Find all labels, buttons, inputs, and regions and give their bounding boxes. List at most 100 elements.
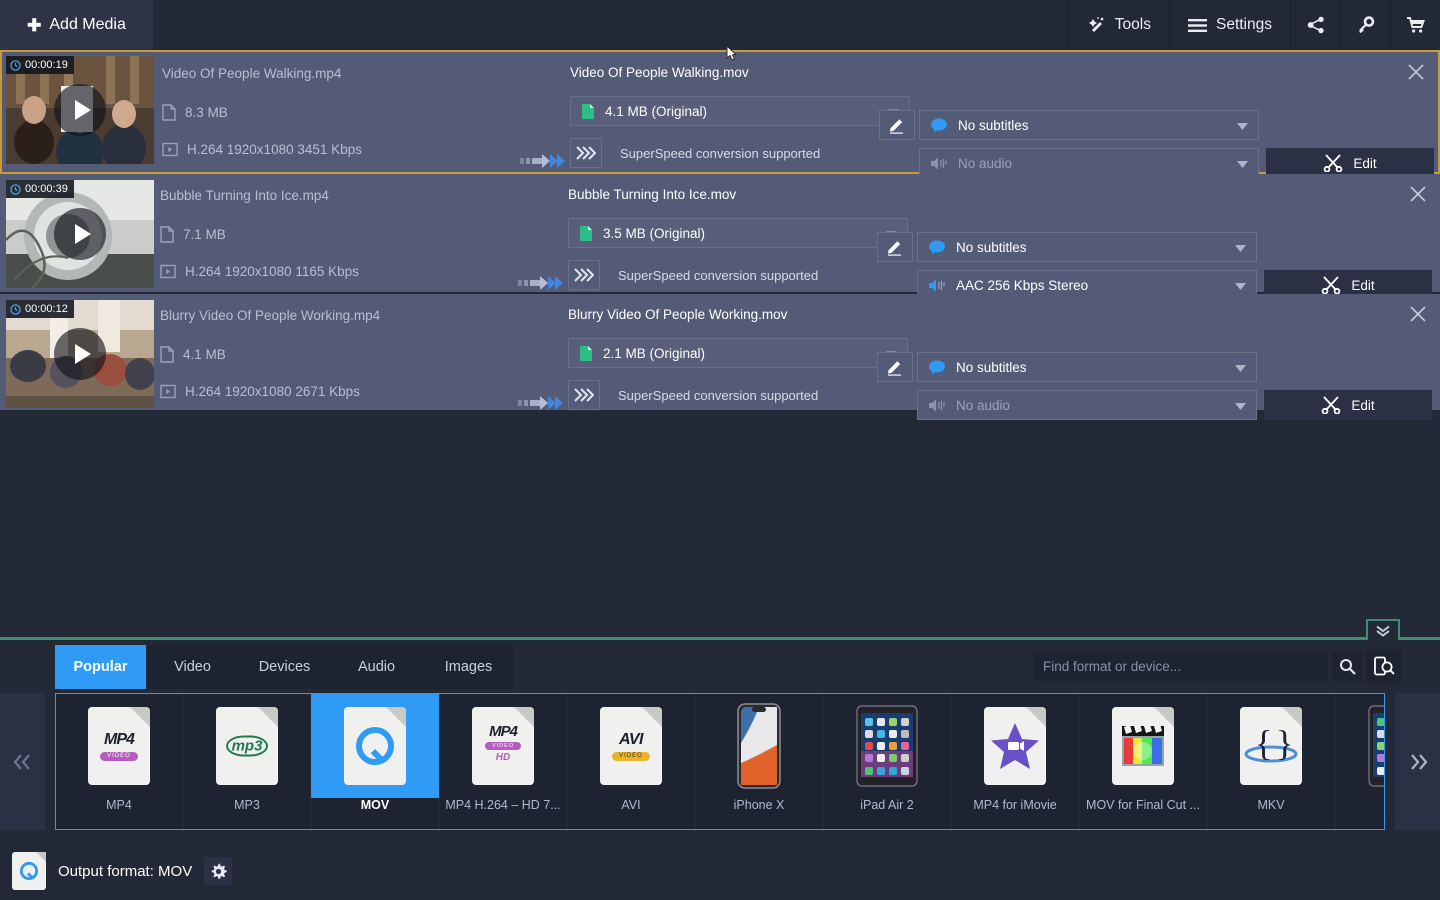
format-item-iphone-x[interactable]: iPhone X <box>696 694 824 829</box>
source-info: Video Of People Walking.mp4 8.3 MB H.264… <box>162 52 512 172</box>
format-item-mp4-imovie[interactable]: MP4 for iMovie <box>952 694 1080 829</box>
video-converter-window: ✚ Add Media Tools Settings 00:00:19 Vide… <box>0 0 1440 900</box>
format-scroll-prev[interactable] <box>0 693 45 830</box>
source-codec-text: H.264 1920x1080 2671 Kbps <box>185 384 360 399</box>
add-media-button[interactable]: ✚ Add Media <box>0 0 153 50</box>
format-label: MP4 for iMovie <box>973 798 1057 812</box>
edit-button[interactable]: Edit <box>1264 390 1432 420</box>
chevron-down-icon <box>1235 398 1246 413</box>
settings-label: Settings <box>1215 16 1272 33</box>
source-info: Bubble Turning Into Ice.mp4 7.1 MB H.264… <box>160 174 510 292</box>
imovie-star-file-icon <box>951 694 1079 798</box>
rename-output-button[interactable] <box>877 232 913 262</box>
document-icon <box>162 104 176 121</box>
subtitles-dropdown[interactable]: No subtitles <box>917 352 1257 382</box>
tab-images[interactable]: Images <box>423 645 515 689</box>
format-item-mov[interactable]: MOV <box>311 694 440 829</box>
format-item-mov-final-cut[interactable]: MOV for Final Cut ... <box>1080 694 1208 829</box>
clock-icon <box>10 303 21 315</box>
search-input[interactable] <box>1033 651 1328 681</box>
subtitles-text: No subtitles <box>956 239 1027 255</box>
duration-text: 00:00:19 <box>25 59 68 71</box>
mp4-file-icon: MP4 VIDEO <box>56 694 183 798</box>
source-filename: Blurry Video Of People Working.mp4 <box>160 308 381 323</box>
video-thumbnail[interactable]: 00:00:19 <box>6 56 154 164</box>
source-size-text: 8.3 MB <box>185 105 228 120</box>
svg-text:}: } <box>1276 723 1293 763</box>
top-toolbar: ✚ Add Media Tools Settings <box>0 0 1440 50</box>
bottom-bar: Output format: MOV Save to... Merge file… <box>0 842 1440 900</box>
remove-file-button[interactable] <box>1408 184 1428 204</box>
settings-button[interactable]: Settings <box>1168 0 1290 50</box>
cart-button[interactable] <box>1390 0 1440 50</box>
hamburger-icon <box>1187 18 1207 33</box>
tab-audio[interactable]: Audio <box>331 645 423 689</box>
format-item-ipad-air-2[interactable]: iPad Air 2 <box>824 694 952 829</box>
source-filename: Bubble Turning Into Ice.mp4 <box>160 188 329 203</box>
format-item-avi[interactable]: AVI VIDEO AVI <box>568 694 696 829</box>
close-icon <box>1408 64 1424 80</box>
device-search-button[interactable] <box>1366 649 1402 683</box>
tab-devices[interactable]: Devices <box>239 645 331 689</box>
scissors-icon <box>1324 154 1343 172</box>
format-label: MP4 <box>106 798 132 812</box>
mp4-hd-file-icon: MP4 VIDEO HD <box>439 694 567 798</box>
rename-output-button[interactable] <box>877 352 913 382</box>
tools-button[interactable]: Tools <box>1067 0 1169 50</box>
activate-key-button[interactable] <box>1340 0 1390 50</box>
remove-file-button[interactable] <box>1406 62 1426 82</box>
table-row[interactable]: 00:00:12 Blurry Video Of People Working.… <box>0 294 1440 420</box>
magnifier-icon <box>1339 658 1356 675</box>
play-button[interactable] <box>54 208 106 260</box>
remove-file-button[interactable] <box>1408 304 1428 324</box>
play-button[interactable] <box>54 84 106 136</box>
tab-popular[interactable]: Popular <box>55 645 147 689</box>
search-button[interactable] <box>1331 651 1363 681</box>
superspeed-status: SuperSpeed conversion supported <box>568 380 818 410</box>
output-size-dropdown[interactable]: 2.1 MB (Original) <box>568 338 908 368</box>
format-item-mp4[interactable]: MP4 VIDEO MP4 <box>56 694 184 829</box>
format-category-tabs: Popular Video Devices Audio Images <box>55 645 515 689</box>
ipad-air-device-icon <box>823 694 951 798</box>
format-item-mp4-hd[interactable]: MP4 VIDEO HD MP4 H.264 – HD 7... <box>440 694 568 829</box>
key-icon <box>1357 16 1375 34</box>
output-format-display: Output format: MOV <box>12 852 233 890</box>
collapse-panel-button[interactable] <box>1366 619 1400 640</box>
output-filename: Video Of People Walking.mov <box>570 65 749 80</box>
video-thumbnail[interactable]: 00:00:39 <box>6 180 154 288</box>
rename-output-button[interactable] <box>879 110 915 140</box>
output-size-dropdown[interactable]: 3.5 MB (Original) <box>568 218 908 248</box>
subtitles-dropdown[interactable]: No subtitles <box>917 232 1257 262</box>
chevron-down-icon <box>1235 360 1246 375</box>
duration-badge: 00:00:19 <box>6 56 74 74</box>
format-item-mp3[interactable]: mp3 MP3 <box>184 694 312 829</box>
table-row[interactable]: 00:00:39 Bubble Turning Into Ice.mp4 7.1… <box>0 174 1440 338</box>
superspeed-icon <box>570 138 602 168</box>
tools-label: Tools <box>1114 16 1151 33</box>
video-thumbnail[interactable]: 00:00:12 <box>6 300 154 408</box>
output-settings-button[interactable] <box>204 857 233 885</box>
table-row[interactable]: 00:00:19 Video Of People Walking.mp4 8.3… <box>0 50 1440 178</box>
audio-dropdown[interactable]: No audio <box>917 390 1257 420</box>
share-icon <box>1307 16 1325 34</box>
pencil-icon <box>890 119 903 134</box>
subtitles-text: No subtitles <box>958 117 1029 133</box>
chevron-double-left-icon <box>13 753 30 770</box>
video-frame-icon <box>160 384 176 399</box>
format-item-mkv[interactable]: { } MKV <box>1208 694 1336 829</box>
edit-label: Edit <box>1353 155 1377 171</box>
format-item-ipad[interactable]: iPad <box>1336 694 1384 829</box>
subtitles-dropdown[interactable]: No subtitles <box>919 110 1259 140</box>
format-scroll-next[interactable] <box>1395 693 1440 830</box>
output-size-dropdown[interactable]: 4.1 MB (Original) <box>570 96 910 126</box>
output-filename: Blurry Video Of People Working.mov <box>568 307 788 322</box>
clock-icon <box>10 59 21 71</box>
play-button[interactable] <box>54 328 106 380</box>
output-info: Blurry Video Of People Working.mov 2.1 M… <box>568 294 916 410</box>
subtitles-icon <box>931 118 947 132</box>
format-list[interactable]: MP4 VIDEO MP4 mp3 MP3 MOV MP4 VIDEO HD M… <box>55 693 1385 830</box>
share-button[interactable] <box>1290 0 1340 50</box>
format-search <box>1033 649 1402 683</box>
tab-video[interactable]: Video <box>147 645 239 689</box>
